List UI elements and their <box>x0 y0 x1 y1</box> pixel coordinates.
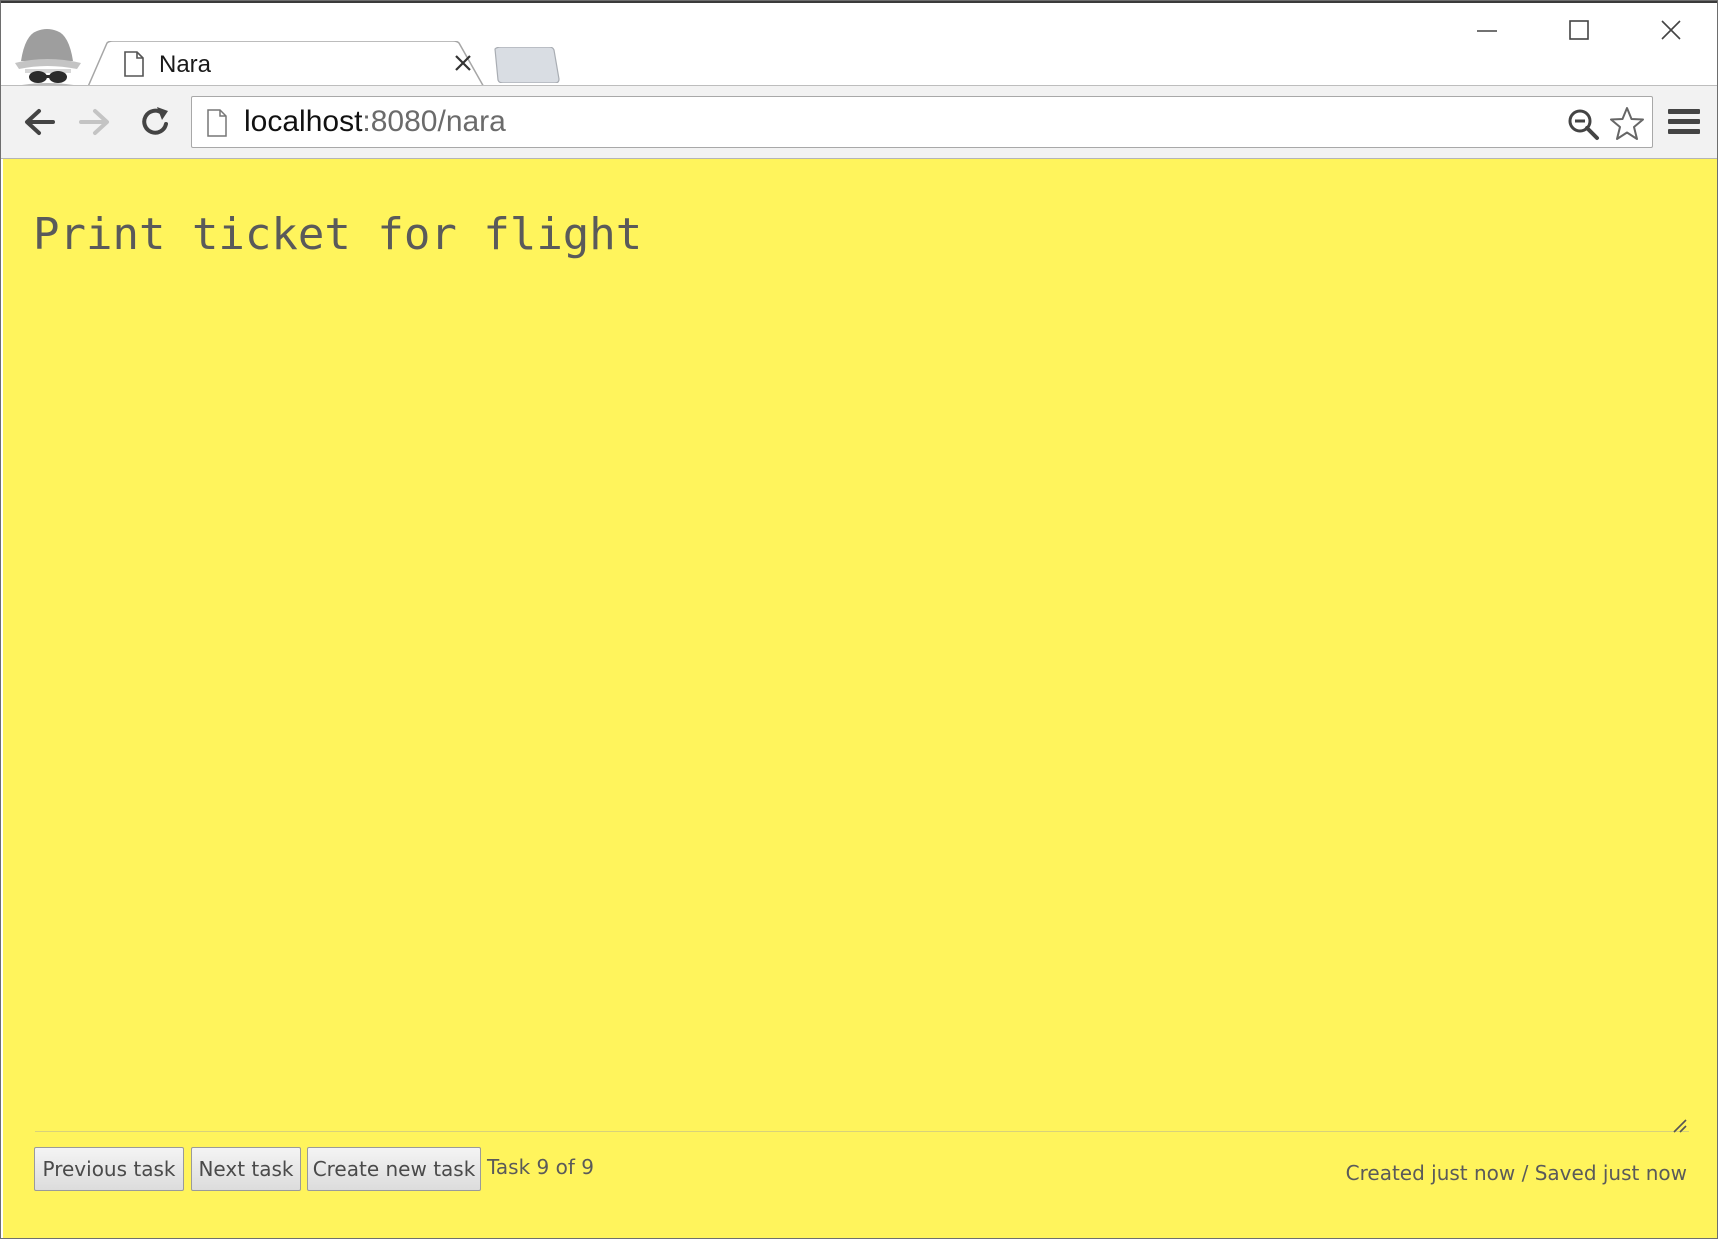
address-bar[interactable]: localhost:8080/nara <box>191 96 1653 148</box>
url-path: :8080/nara <box>362 105 506 138</box>
tab-nara[interactable]: Nara <box>87 41 487 89</box>
url-host: localhost <box>244 105 363 138</box>
previous-task-button[interactable]: Previous task <box>34 1147 184 1191</box>
tab-title: Nara <box>159 51 212 78</box>
next-task-button[interactable]: Next task <box>191 1147 301 1191</box>
zoom-icon[interactable] <box>1566 107 1600 141</box>
task-counter: Task 9 of 9 <box>487 1155 594 1179</box>
maximize-icon[interactable] <box>1549 13 1609 53</box>
incognito-icon <box>11 25 85 87</box>
forward-arrow-icon[interactable] <box>75 102 115 142</box>
save-status: Created just now / Saved just now <box>1345 1161 1687 1185</box>
reload-icon[interactable] <box>135 102 175 142</box>
textarea-bottom-border <box>35 1131 1689 1132</box>
back-arrow-icon[interactable] <box>19 102 59 142</box>
minimize-icon[interactable] <box>1457 13 1517 53</box>
title-bar: Nara <box>1 3 1717 89</box>
star-icon[interactable] <box>1608 105 1646 143</box>
new-tab-button[interactable] <box>491 46 561 84</box>
task-textarea[interactable]: Print ticket for flight <box>33 209 1687 1029</box>
browser-window: Nara localhost:8080/nara Print ticket fo… <box>0 0 1718 1239</box>
page-content: Print ticket for flight Previous task Ne… <box>3 159 1717 1238</box>
page-icon <box>206 109 228 137</box>
url-text: localhost:8080/nara <box>244 105 506 139</box>
create-new-task-button[interactable]: Create new task <box>307 1147 481 1191</box>
page-icon <box>123 51 145 77</box>
browser-toolbar: localhost:8080/nara <box>1 85 1717 159</box>
close-window-icon[interactable] <box>1641 13 1701 53</box>
resize-grip-icon[interactable] <box>1671 1117 1687 1133</box>
close-icon[interactable] <box>451 51 475 75</box>
tab-shape <box>87 41 486 89</box>
hamburger-menu-icon[interactable] <box>1665 104 1703 140</box>
